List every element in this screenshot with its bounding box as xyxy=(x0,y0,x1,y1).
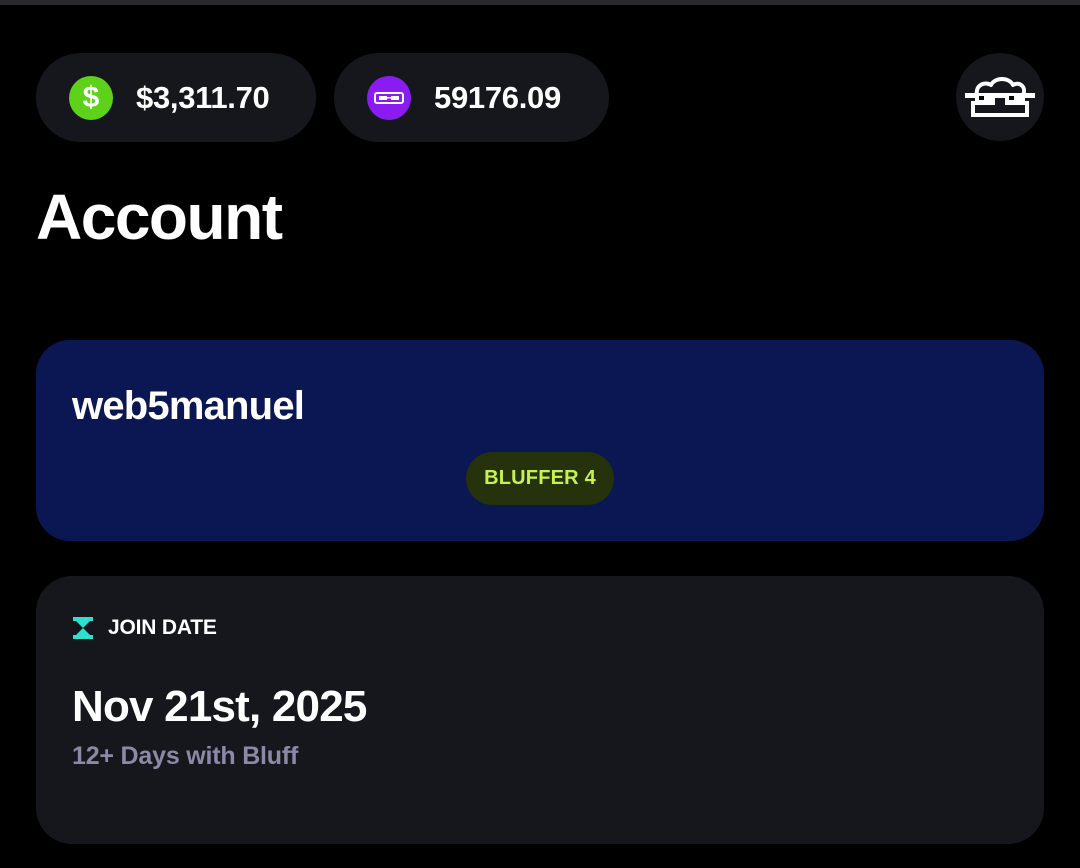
token-balance-amount: 59176.09 xyxy=(434,79,561,115)
dollar-coin-icon: $ xyxy=(69,75,113,120)
bluff-token-icon xyxy=(367,75,411,120)
token-balance-pill[interactable]: 59176.09 xyxy=(334,53,609,142)
cash-balance-amount: $3,311.70 xyxy=(136,79,270,115)
pixel-sunglasses-avatar-icon xyxy=(965,77,1035,117)
rank-badge: BLUFFER 4 xyxy=(466,452,614,505)
cash-balance-pill[interactable]: $ $3,311.70 xyxy=(36,53,316,142)
top-divider xyxy=(0,0,1080,5)
hourglass-icon xyxy=(73,617,93,639)
join-date-card: JOIN DATE Nov 21st, 2025 12+ Days with B… xyxy=(36,576,1044,844)
join-date-label: JOIN DATE xyxy=(108,616,217,639)
username: web5manuel xyxy=(72,384,305,428)
join-date-value: Nov 21st, 2025 xyxy=(72,682,367,731)
profile-avatar-button[interactable] xyxy=(956,53,1044,141)
join-date-header: JOIN DATE xyxy=(72,616,217,640)
membership-duration: 12+ Days with Bluff xyxy=(72,742,299,770)
page-title: Account xyxy=(36,181,283,253)
profile-card: web5manuel BLUFFER 4 xyxy=(36,340,1044,541)
